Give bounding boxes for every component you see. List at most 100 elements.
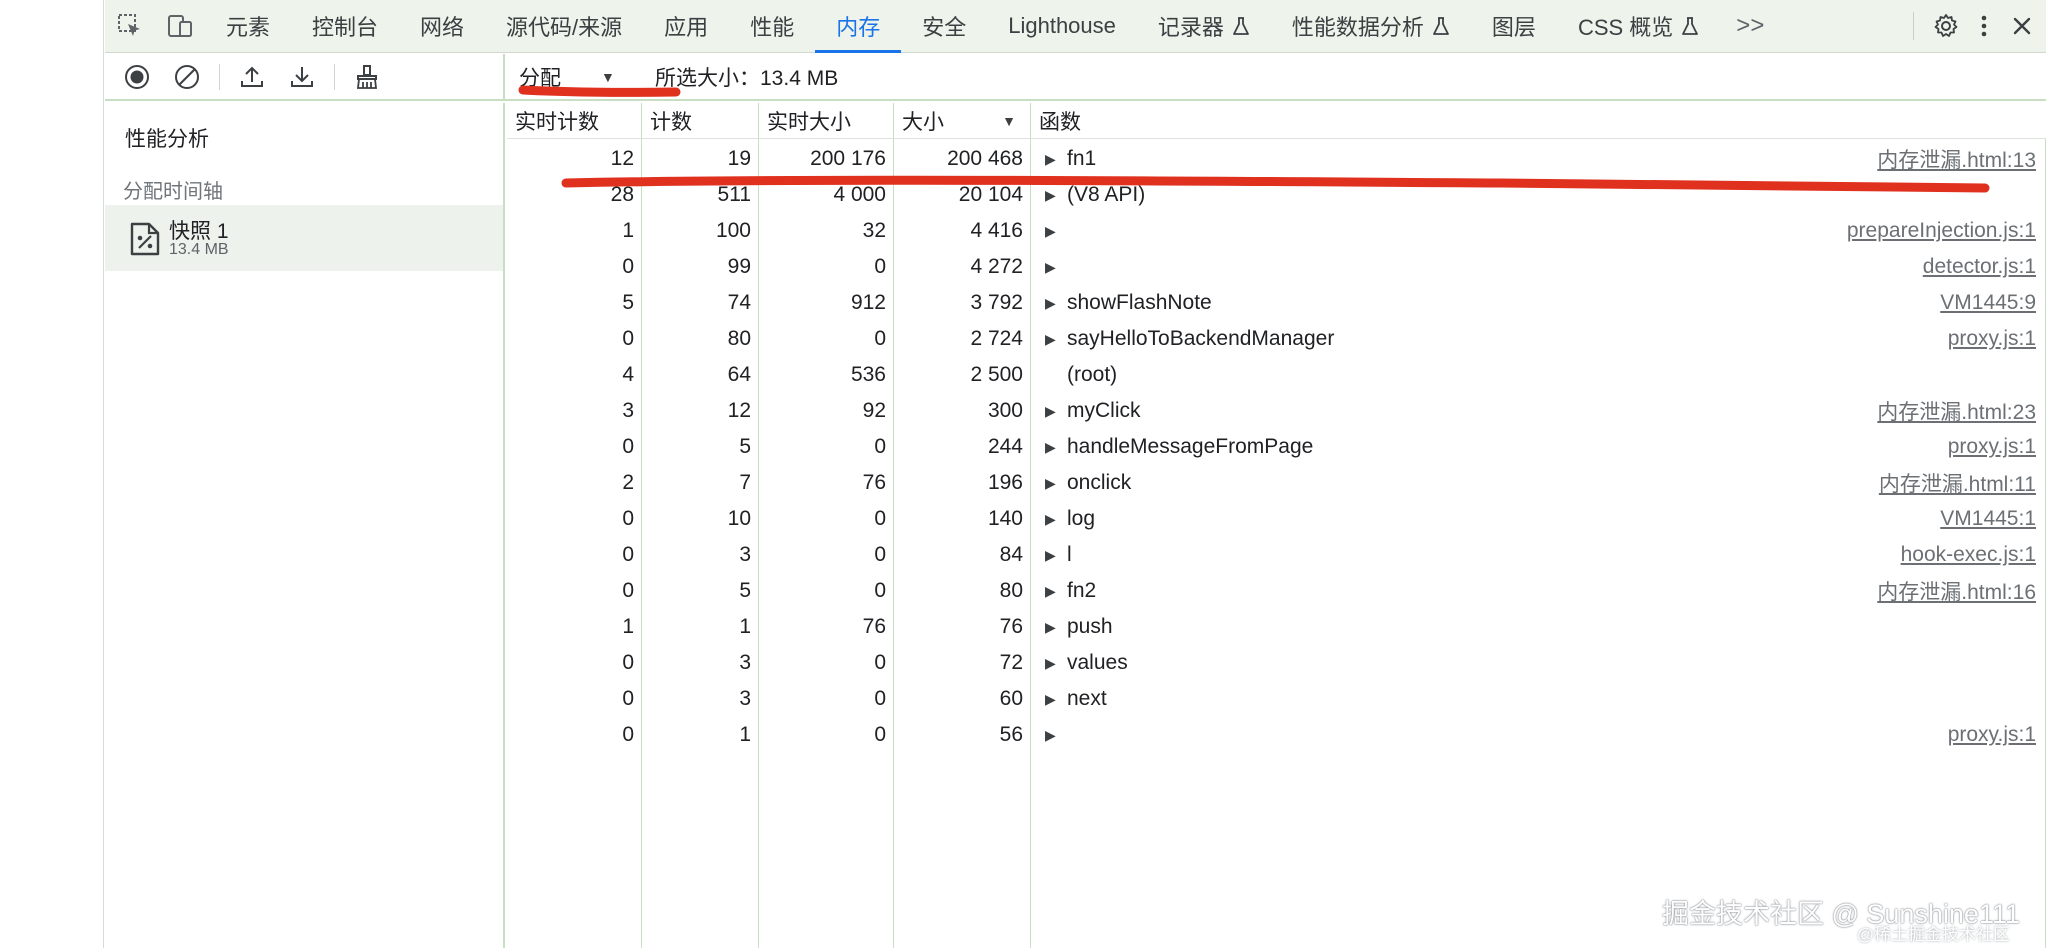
cell-size: 140	[987, 507, 1023, 530]
table-row[interactable]: 3 12 92 300 ▶ myClick 内存泄漏.html:23	[507, 393, 2046, 429]
view-select[interactable]: 分配 ▼	[519, 62, 639, 92]
column-header-count[interactable]: 计数	[642, 103, 759, 138]
source-link[interactable]: 内存泄漏.html:11	[1879, 468, 2036, 498]
selected-size-label: 所选大小：13.4 MB	[655, 66, 839, 90]
table-row[interactable]: 0 10 0 140 ▶ log VM1445:1	[507, 501, 2046, 537]
cell-live-size: 0	[874, 507, 886, 530]
expand-triangle-icon[interactable]: ▶	[1045, 583, 1067, 600]
tab-6[interactable]: 内存	[815, 0, 902, 53]
expand-triangle-icon[interactable]: ▶	[1045, 259, 1067, 276]
expand-triangle-icon[interactable]: ▶	[1045, 691, 1067, 708]
source-link[interactable]: proxy.js:1	[1948, 723, 2036, 747]
source-link[interactable]: prepareInjection.js:1	[1847, 219, 2036, 243]
table-row[interactable]: 0 5 0 80 ▶ fn2 内存泄漏.html:16	[507, 573, 2046, 609]
source-link[interactable]: 内存泄漏.html:13	[1877, 144, 2036, 174]
table-row[interactable]: 2 7 76 196 ▶ onclick 内存泄漏.html:11	[507, 465, 2046, 501]
source-link[interactable]: VM1445:9	[1940, 291, 2036, 315]
expand-triangle-icon[interactable]: ▶	[1045, 475, 1067, 492]
expand-triangle-icon[interactable]: ▶	[1045, 187, 1067, 204]
tab-7[interactable]: 安全	[901, 0, 987, 52]
source-link[interactable]: proxy.js:1	[1948, 327, 2036, 351]
expand-triangle-icon[interactable]: ▶	[1045, 655, 1067, 672]
expand-triangle-icon[interactable]: ▶	[1045, 403, 1067, 420]
tab-3[interactable]: 源代码/来源	[485, 0, 643, 52]
cell-function: ▶ sayHelloToBackendManager proxy.js:1	[1031, 321, 2046, 357]
broom-icon	[356, 64, 378, 89]
tab-2[interactable]: 网络	[399, 0, 485, 52]
load-profile-button[interactable]	[234, 59, 270, 95]
save-profile-button[interactable]	[284, 59, 320, 95]
tab-9[interactable]: 记录器	[1137, 0, 1271, 52]
expand-triangle-icon[interactable]: ▶	[1045, 511, 1067, 528]
inspect-element-button[interactable]	[105, 0, 155, 52]
tab-10[interactable]: 性能数据分析	[1271, 0, 1471, 52]
snapshot-item[interactable]: 快照 1 13.4 MB	[105, 205, 503, 271]
more-tabs-button[interactable]: >>	[1720, 0, 1780, 52]
cell-live-size: 76	[862, 615, 886, 638]
expand-triangle-icon[interactable]: ▶	[1045, 295, 1067, 312]
cell-function: ▶ onclick 内存泄漏.html:11	[1031, 465, 2046, 501]
record-button[interactable]	[119, 59, 155, 95]
table-row[interactable]: 5 74 912 3 792 ▶ showFlashNote VM1445:9	[507, 285, 2046, 321]
column-header-live-count[interactable]: 实时计数	[507, 103, 642, 138]
experiment-flask-icon	[1433, 17, 1449, 35]
source-link[interactable]: 内存泄漏.html:16	[1877, 576, 2036, 606]
table-row[interactable]: 0 3 0 60 ▶ next	[507, 681, 2046, 717]
table-row[interactable]: 0 80 0 2 724 ▶ sayHelloToBackendManager proxy.…	[507, 321, 2046, 357]
table-row[interactable]: 12 19 200 176 200 468 ▶ fn1 内存泄漏.html:13	[507, 141, 2046, 177]
table-row[interactable]: 0 5 0 244 ▶ handleMessageFromPage proxy.js:1	[507, 429, 2046, 465]
column-header-live-size[interactable]: 实时大小	[759, 103, 894, 138]
expand-triangle-icon[interactable]: ▶	[1045, 547, 1067, 564]
cell-size: 200 468	[947, 147, 1023, 170]
table-row[interactable]: 1 1 76 76 ▶ push	[507, 609, 2046, 645]
cell-count: 1	[739, 615, 751, 638]
device-toolbar-button[interactable]	[155, 0, 205, 52]
table-row[interactable]: 4 64 536 2 500 ▶(root)	[507, 357, 2046, 393]
tab-4[interactable]: 应用	[643, 0, 729, 52]
tabbar-divider	[1913, 12, 1914, 40]
source-link[interactable]: detector.js:1	[1923, 255, 2036, 279]
expand-triangle-icon[interactable]: ▶	[1045, 439, 1067, 456]
toolbar-divider	[334, 63, 335, 90]
devtools-tabbar: 元素 控制台 网络 源代码/来源 应用 性能 内存 安全 Lighthouse 记录器 性能数据分析…	[105, 0, 2046, 53]
expand-triangle-icon[interactable]: ▶	[1045, 331, 1067, 348]
table-row[interactable]: 0 1 0 56 ▶ proxy.js:1	[507, 717, 2046, 753]
device-toggle-icon	[168, 15, 192, 37]
cell-function: ▶ showFlashNote VM1445:9	[1031, 285, 2046, 321]
table-row[interactable]: 0 99 0 4 272 ▶ detector.js:1	[507, 249, 2046, 285]
tab-1[interactable]: 控制台	[291, 0, 399, 52]
cell-count: 19	[727, 147, 751, 170]
expand-triangle-icon[interactable]: ▶	[1045, 223, 1067, 240]
cell-live-size: 0	[874, 543, 886, 566]
cell-live-count: 0	[622, 327, 634, 350]
cell-function: ▶ log VM1445:1	[1031, 501, 2046, 537]
tab-11[interactable]: 图层	[1471, 0, 1557, 52]
clear-button[interactable]	[169, 59, 205, 95]
source-link[interactable]: hook-exec.js:1	[1901, 543, 2036, 567]
table-row[interactable]: 28 511 4 000 20 104 ▶ (V8 API)	[507, 177, 2046, 213]
tab-label: 控制台	[312, 15, 379, 40]
expand-triangle-icon[interactable]: ▶	[1045, 727, 1067, 744]
cell-live-count: 3	[622, 399, 634, 422]
cell-live-count: 2	[622, 471, 634, 494]
table-row[interactable]: 1 100 32 4 416 ▶ prepareInjection.js:1	[507, 213, 2046, 249]
source-link[interactable]: proxy.js:1	[1948, 435, 2036, 459]
source-link[interactable]: VM1445:1	[1940, 507, 2036, 531]
source-link[interactable]: 内存泄漏.html:23	[1877, 396, 2036, 426]
tab-8[interactable]: Lighthouse	[987, 0, 1137, 52]
tab-12[interactable]: CSS 概览	[1557, 0, 1720, 52]
table-row[interactable]: 0 3 0 84 ▶ l hook-exec.js:1	[507, 537, 2046, 573]
expand-triangle-icon[interactable]: ▶	[1045, 151, 1067, 168]
tab-5[interactable]: 性能	[729, 0, 815, 52]
column-header-size[interactable]: 大小 ▼	[894, 103, 1031, 138]
expand-triangle-icon[interactable]: ▶	[1045, 619, 1067, 636]
tab-0[interactable]: 元素	[205, 0, 291, 52]
more-options-icon[interactable]	[1970, 12, 1998, 40]
collect-garbage-button[interactable]	[349, 59, 385, 95]
column-header-function[interactable]: 函数	[1031, 103, 2046, 138]
cell-function: ▶ myClick 内存泄漏.html:23	[1031, 393, 2046, 429]
left-blank-area	[0, 0, 104, 948]
close-icon[interactable]	[2008, 12, 2036, 40]
gear-icon[interactable]	[1932, 12, 1960, 40]
table-row[interactable]: 0 3 0 72 ▶ values	[507, 645, 2046, 681]
